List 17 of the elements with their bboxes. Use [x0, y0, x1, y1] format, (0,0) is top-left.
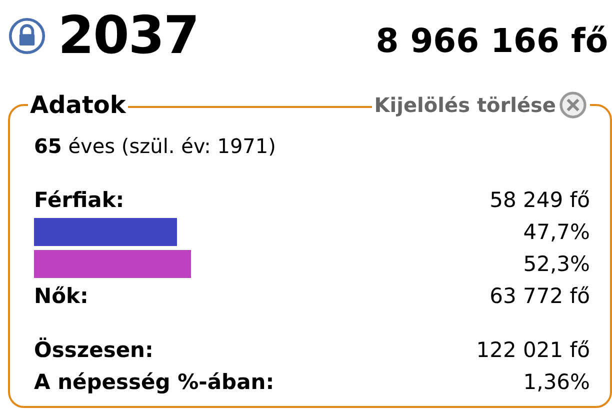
- panel-title: Adatok: [30, 91, 126, 119]
- row-value: 58 249 fő: [490, 188, 590, 212]
- population-total: 8 966 166 fő: [376, 20, 608, 60]
- close-icon: [558, 90, 588, 120]
- row-value: 1,36%: [523, 370, 590, 394]
- row-value: 63 772 fő: [490, 284, 590, 308]
- age-text: 65 éves (szül. év: 1971): [34, 134, 277, 158]
- row-label: Nők:: [34, 284, 88, 308]
- row-label: A népesség %-ában:: [34, 370, 274, 394]
- row-value: 122 021 fő: [476, 338, 590, 362]
- row-label: Férfiak:: [34, 188, 124, 212]
- row-label: Összesen:: [34, 338, 154, 362]
- row-value: 47,7%: [523, 220, 590, 244]
- clear-selection-button[interactable]: Kijelölés törlése: [374, 90, 588, 120]
- lock-icon[interactable]: [8, 17, 46, 55]
- row-value: 52,3%: [523, 252, 590, 276]
- year-title: 2037: [58, 6, 199, 66]
